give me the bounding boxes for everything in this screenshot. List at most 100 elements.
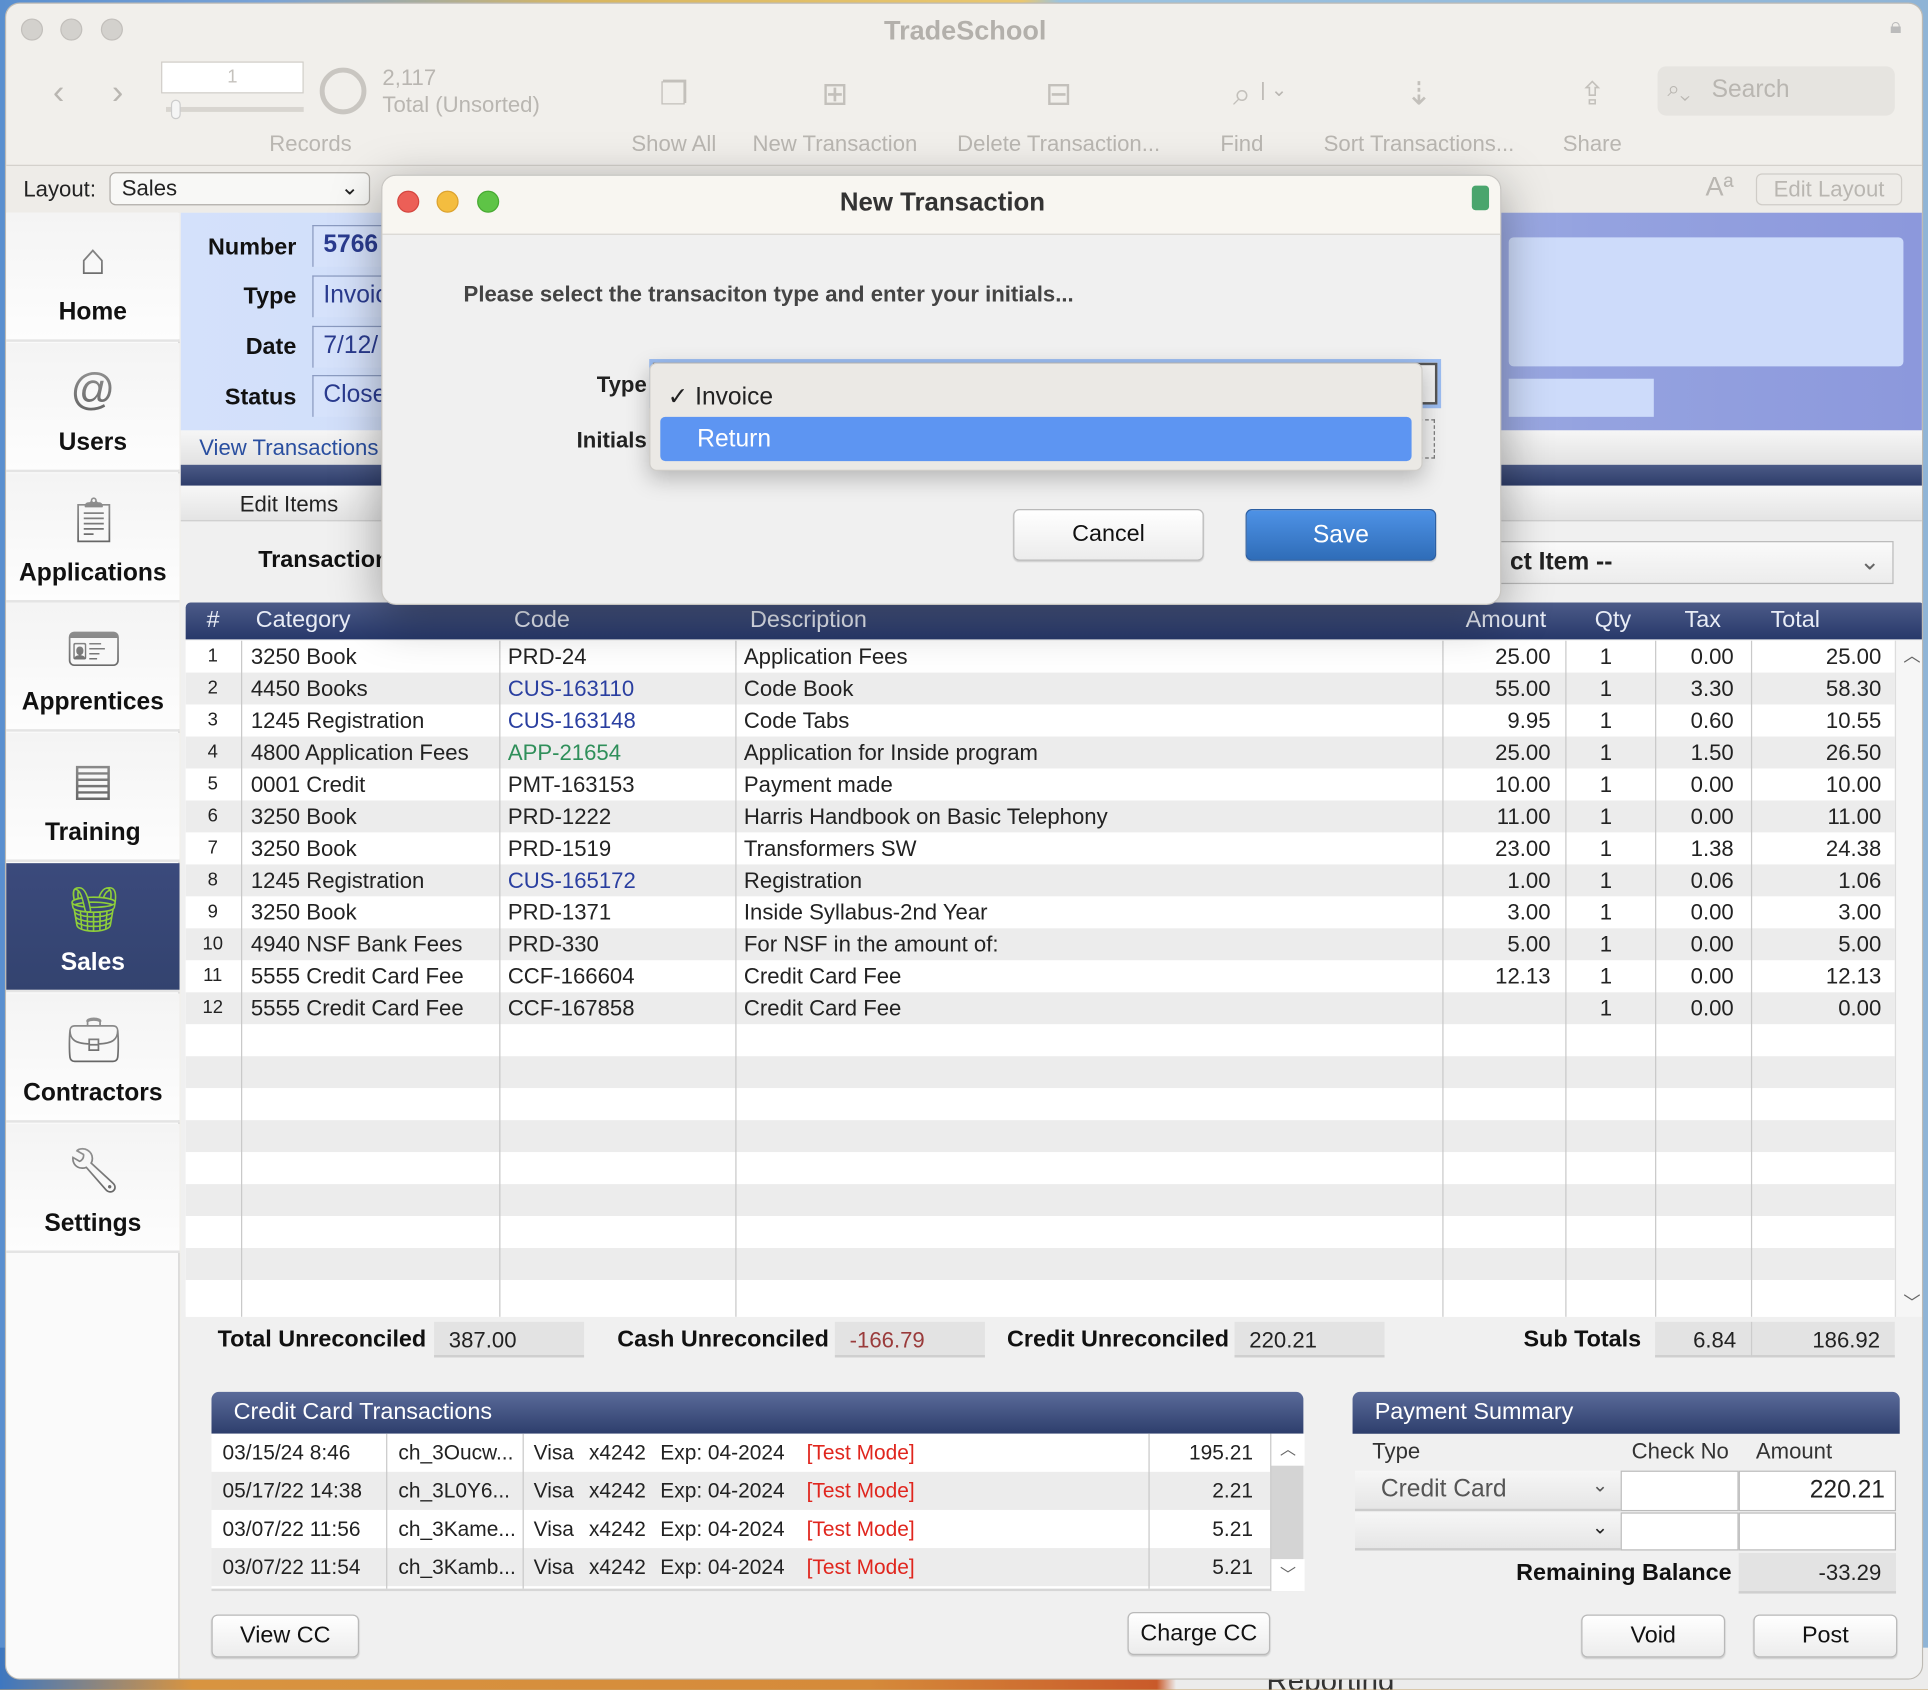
sidebar-item-home[interactable]: ⌂ Home (6, 212, 180, 342)
type-dropdown-menu: ✓ Invoice Return (649, 362, 1423, 471)
layout-select[interactable]: Sales ⌄ (109, 172, 371, 206)
tab-view-transactions[interactable]: View Transactions (199, 435, 378, 461)
empty-row[interactable] (185, 1216, 1895, 1249)
tab-edit-items[interactable]: Edit Items (240, 492, 338, 518)
col-code[interactable]: Code (514, 603, 570, 640)
sidebar-item-contractors[interactable]: 💼︎ Contractors (6, 993, 180, 1123)
font-size-icon[interactable]: Aª (1705, 171, 1733, 203)
sidebar-item-label: Sales (60, 949, 125, 977)
items-table-header: # Category Code Description Amount Qty T… (185, 602, 1922, 640)
col-category[interactable]: Category (256, 603, 351, 640)
find-dropdown-chevron-icon[interactable]: | ⌄ (1260, 77, 1287, 102)
empty-row[interactable] (185, 1056, 1895, 1089)
cc-transaction-row[interactable]: 03/07/22 11:54 ch_3Kamb... Visa x4242 Exp: 0… (211, 1548, 1271, 1587)
check-no-input[interactable] (1620, 1470, 1739, 1512)
table-row[interactable]: 12 5555 Credit Card Fee CCF-167858 Credit C… (185, 992, 1895, 1025)
col-description[interactable]: Description (750, 603, 867, 640)
table-row[interactable]: 1 3250 Book PRD-24 Application Fees 25.00 1 0.… (185, 640, 1895, 673)
cell-total: 11.00 (1827, 804, 1882, 829)
table-row[interactable]: 11 5555 Credit Card Fee CCF-166604 Credit C… (185, 960, 1895, 993)
sidebar-item-apprentices[interactable]: 🪪︎ Apprentices (6, 602, 180, 733)
cc-transaction-row[interactable]: 03/07/22 11:56 ch_3Kame... Visa x4242 Exp: 0… (211, 1509, 1271, 1549)
scroll-down-icon[interactable]: ﹀ (1903, 1290, 1920, 1315)
empty-row[interactable] (185, 1248, 1895, 1281)
cell-desc: Payment made (743, 772, 893, 797)
sidebar-item-training[interactable]: ▤ Training (6, 733, 180, 863)
charge-cc-button[interactable]: Charge CC (1127, 1612, 1271, 1656)
payment-amount-input-2[interactable] (1738, 1512, 1897, 1551)
table-row[interactable]: 8 1245 Registration CUS-165172 Registration… (185, 864, 1895, 897)
view-cc-button[interactable]: View CC (211, 1614, 360, 1658)
void-button[interactable]: Void (1581, 1614, 1726, 1658)
cc-transaction-row[interactable]: 05/17/22 14:38 ch_3L0Y6... Visa x4242 Exp: 0… (211, 1471, 1271, 1510)
scroll-up-icon[interactable]: ︿ (1271, 1433, 1305, 1466)
cell-category: 4450 Books (250, 676, 368, 701)
sidebar-item-settings[interactable]: 🔧︎ Settings (6, 1123, 180, 1253)
share-icon: ⇪ (1578, 75, 1606, 112)
cancel-button[interactable]: Cancel (1013, 509, 1204, 561)
scroll-down-icon[interactable]: ﹀ (1271, 1559, 1305, 1592)
col-qty[interactable]: Qty (1595, 603, 1631, 640)
cell-qty: 1 (1599, 900, 1613, 925)
cc-scrollbar[interactable]: ︿ ﹀ (1270, 1433, 1305, 1592)
cell-qty: 1 (1599, 772, 1613, 797)
empty-row[interactable] (185, 1280, 1895, 1312)
check-no-input-2[interactable] (1620, 1512, 1739, 1551)
table-row[interactable]: 5 0001 Credit PMT-163153 Payment made 10.00 1… (185, 768, 1895, 801)
sidebar-item-label: Applications (19, 558, 167, 587)
cell-tax: 3.30 (1690, 676, 1734, 701)
post-button[interactable]: Post (1753, 1614, 1898, 1658)
payment-amount-input[interactable]: 220.21 (1738, 1470, 1897, 1512)
forward-arrow-icon[interactable]: › (112, 73, 123, 112)
table-row[interactable]: 2 4450 Books CUS-163110 Code Book 55.00 1 3.30… (185, 672, 1895, 705)
empty-row[interactable] (185, 1184, 1895, 1217)
col-total[interactable]: Total (1771, 603, 1820, 640)
notes-box[interactable] (1508, 237, 1904, 367)
sidebar-item-users[interactable]: @ Users (6, 342, 180, 472)
empty-row[interactable] (185, 1024, 1895, 1057)
col-number[interactable]: # (207, 603, 220, 640)
table-row[interactable]: 10 4940 NSF Bank Fees PRD-330 For NSF in th… (185, 928, 1895, 961)
back-arrow-icon[interactable]: ‹ (53, 73, 64, 112)
scroll-up-icon[interactable]: ︿ (1903, 643, 1920, 668)
empty-row[interactable] (185, 1088, 1895, 1121)
chevron-down-icon: ⌄ (340, 174, 360, 200)
payment-type-select-2[interactable]: ⌄ (1355, 1512, 1621, 1551)
table-row[interactable]: 3 1245 Registration CUS-163148 Code Tabs 9.9… (185, 704, 1895, 737)
menu-item-return[interactable]: Return (660, 416, 1412, 462)
chevron-down-icon: ⌄ (1591, 1475, 1609, 1497)
table-row[interactable]: 4 4800 Application Fees APP-21654 Applicati… (185, 736, 1895, 769)
payment-type-select[interactable]: Credit Card ⌄ (1355, 1470, 1621, 1512)
col-tax[interactable]: Tax (1685, 603, 1721, 640)
table-row[interactable]: 9 3250 Book PRD-1371 Inside Syllabus-2nd Ye… (185, 896, 1895, 929)
chevron-down-icon: ⌄ (1859, 548, 1881, 576)
empty-row[interactable] (185, 1120, 1895, 1153)
record-slider[interactable] (165, 106, 304, 112)
cell-n: 11 (203, 965, 223, 987)
edit-layout-button[interactable]: Edit Layout (1755, 173, 1903, 206)
find-label: Find (1220, 131, 1264, 157)
table-row[interactable]: 6 3250 Book PRD-1222 Harris Handbook on Bas… (185, 800, 1895, 833)
new-transaction-dialog: New Transaction Please select the transa… (381, 174, 1502, 605)
sidebar-item-sales[interactable]: 🧺︎ Sales (6, 863, 180, 993)
items-scrollbar[interactable]: ︿ ﹀ (1894, 640, 1922, 1317)
cc-cell-mode: [Test Mode] (806, 1441, 915, 1465)
cc-cell-card: x4242 (588, 1441, 646, 1465)
cc-cell-exp: Exp: 04-2024 (660, 1441, 785, 1465)
cell-qty: 1 (1599, 740, 1613, 765)
cell-qty: 1 (1599, 964, 1613, 989)
record-number-input[interactable]: 1 (161, 61, 304, 94)
type-label: Type (596, 372, 647, 398)
header-field[interactable] (1508, 378, 1654, 417)
cell-total: 12.13 (1825, 964, 1882, 989)
sidebar-item-applications[interactable]: 📋︎ Applications (6, 472, 180, 603)
col-amount[interactable]: Amount (1466, 603, 1547, 640)
cc-transaction-row[interactable]: 03/15/24 8:46 ch_3Oucw... Visa x4242 Exp: 04… (211, 1433, 1271, 1472)
table-row[interactable]: 7 3250 Book PRD-1519 Transformers SW 23.00 1 1… (185, 832, 1895, 865)
show-all-icon: ❐ (659, 75, 689, 112)
empty-row[interactable] (185, 1152, 1895, 1185)
menu-item-invoice[interactable]: ✓ Invoice (668, 381, 773, 412)
save-button[interactable]: Save (1245, 509, 1437, 561)
search-field[interactable]: ⌕⌄ Search (1657, 66, 1895, 116)
record-slider-handle[interactable] (170, 99, 181, 120)
